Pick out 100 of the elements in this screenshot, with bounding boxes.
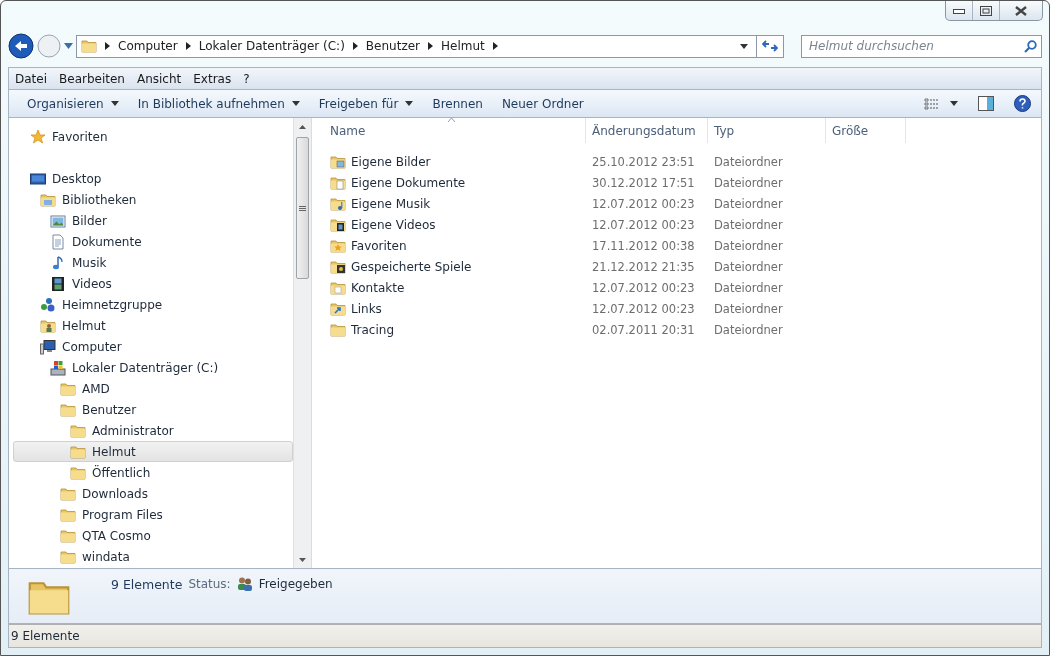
- tree-item[interactable]: Downloads: [13, 483, 293, 504]
- table-cell-text: 30.12.2012 17:51: [591, 175, 696, 190]
- table-cell-text: Dateiordner: [713, 280, 784, 295]
- toolbar-button[interactable]: Organisieren: [19, 93, 127, 114]
- breadcrumb-item[interactable]: Benutzer: [365, 39, 420, 53]
- scroll-up-arrow-icon[interactable]: [299, 124, 306, 129]
- menu-item[interactable]: Ansicht: [130, 71, 188, 86]
- table-cell-text: 21.12.2012 21:35: [591, 259, 696, 274]
- folder-icon: [70, 464, 86, 481]
- picture-icon: [50, 212, 66, 229]
- file-name[interactable]: Tracing: [351, 322, 394, 337]
- file-name[interactable]: Eigene Dokumente: [351, 175, 466, 190]
- column-header[interactable]: Änderungsdatum: [586, 118, 708, 143]
- star-icon: [30, 128, 46, 145]
- table-cell-text: 25.10.2012 23:51: [591, 154, 696, 169]
- library-folder-icon: [40, 191, 56, 208]
- file-name[interactable]: Kontakte: [351, 280, 405, 295]
- toolbar-button[interactable]: Brennen: [424, 93, 491, 114]
- scrollbar[interactable]: [293, 118, 311, 568]
- toolbar-button[interactable]: Neuer Ordner: [493, 93, 592, 114]
- folder-icon: [70, 443, 86, 460]
- column-header[interactable]: Größe: [826, 118, 906, 143]
- caret-icon: [950, 101, 958, 106]
- breadcrumb-item[interactable]: Helmut: [441, 39, 485, 53]
- tree-item[interactable]: Öffentlich: [13, 462, 293, 483]
- links-folder-icon: [330, 300, 346, 317]
- table-cell-text: 12.07.2012 00:23: [591, 301, 696, 316]
- column-header[interactable]: Typ: [708, 118, 826, 143]
- document-icon: [50, 233, 66, 250]
- tree-item[interactable]: Lokaler Datenträger (C:): [13, 357, 293, 378]
- music-folder-icon: [330, 195, 346, 212]
- view-options-icon[interactable]: [924, 97, 940, 110]
- chevron-icon: [428, 42, 433, 50]
- table-cell-text: Dateiordner: [713, 259, 784, 274]
- tree-item[interactable]: QTA Cosmo: [13, 525, 293, 546]
- file-name[interactable]: Eigene Videos: [351, 217, 436, 232]
- tree-item[interactable]: Computer: [13, 336, 293, 357]
- tree-item[interactable]: Helmut: [13, 441, 293, 462]
- search-field[interactable]: Helmut durchsuchen: [801, 34, 1042, 58]
- table-cell-text: Dateiordner: [713, 154, 784, 169]
- caret-icon: [740, 43, 748, 49]
- table-cell-text: 12.07.2012 00:23: [591, 280, 696, 295]
- table-cell-text: Dateiordner: [713, 196, 784, 211]
- contacts-folder-icon: [330, 279, 346, 296]
- network-spheres-icon: [40, 296, 56, 313]
- file-name[interactable]: Eigene Bilder: [351, 154, 431, 169]
- tree-item[interactable]: Benutzer: [13, 399, 293, 420]
- tree-item[interactable]: Musik: [13, 252, 293, 273]
- folder-icon: [60, 506, 76, 523]
- help-icon[interactable]: [1014, 95, 1031, 112]
- file-name[interactable]: Gespeicherte Spiele: [351, 259, 472, 274]
- chevron-icon: [185, 42, 191, 50]
- toolbar-button[interactable]: Freigeben für: [310, 93, 422, 114]
- tree-item[interactable]: Program Files: [13, 504, 293, 525]
- table-cell-text: 12.07.2012 00:23: [591, 217, 696, 232]
- breadcrumb-item[interactable]: Lokaler Datenträger (C:): [198, 39, 345, 53]
- menu-item[interactable]: Bearbeiten: [53, 71, 131, 86]
- scroll-down-arrow-icon[interactable]: [299, 557, 306, 562]
- tree-item[interactable]: Heimnetzgruppe: [13, 294, 293, 315]
- back-button[interactable]: [8, 33, 34, 59]
- folder-icon: [81, 38, 97, 54]
- table-cell-text: Dateiordner: [713, 217, 784, 232]
- menu-item[interactable]: ?: [237, 71, 256, 86]
- address-bar[interactable]: Computer Lokaler Datenträger (C:) Benutzer Helmut: [76, 34, 757, 58]
- tree-item[interactable]: Helmut: [13, 315, 293, 336]
- table-cell-text: Dateiordner: [713, 322, 784, 337]
- history-dropdown-icon[interactable]: [64, 43, 73, 49]
- tree-item[interactable]: windata: [13, 546, 293, 567]
- tree-item[interactable]: Bibliotheken: [13, 189, 293, 210]
- file-name[interactable]: Eigene Musik: [351, 196, 431, 211]
- menu-item[interactable]: Extras: [187, 71, 238, 86]
- search-icon: [1024, 39, 1037, 53]
- toolbar-button[interactable]: In Bibliothek aufnehmen: [129, 93, 308, 114]
- folder-icon: [70, 422, 86, 439]
- game-folder-icon: [330, 258, 346, 275]
- table-cell-text: Dateiordner: [713, 175, 784, 190]
- tree-item[interactable]: AMD: [13, 378, 293, 399]
- tree-item[interactable]: Dokumente: [13, 231, 293, 252]
- folder-icon: [60, 548, 76, 565]
- breadcrumb-item[interactable]: Computer: [118, 39, 178, 53]
- tree-item[interactable]: Administrator: [13, 420, 293, 441]
- tree-item[interactable]: Bilder: [13, 210, 293, 231]
- status-text: 9 Elemente: [11, 629, 80, 643]
- refresh-button[interactable]: [756, 34, 784, 58]
- file-name[interactable]: Favoriten: [351, 238, 407, 253]
- preview-pane-icon[interactable]: [978, 96, 994, 111]
- menu-item[interactable]: Datei: [9, 71, 53, 86]
- table-cell-text: 17.11.2012 00:38: [591, 238, 696, 253]
- tree-item[interactable]: Desktop: [13, 168, 293, 189]
- table-cell-text: 12.07.2012 00:23: [591, 196, 696, 211]
- folder-icon: [330, 321, 346, 338]
- desktop-icon: [30, 170, 46, 187]
- tree-item[interactable]: Favoriten: [13, 126, 293, 147]
- file-name[interactable]: Links: [351, 301, 382, 316]
- table-cell-text: Dateiordner: [713, 238, 784, 253]
- drive-icon: [50, 359, 66, 376]
- tree-item[interactable]: Videos: [13, 273, 293, 294]
- minimize-icon: [953, 7, 965, 14]
- column-header[interactable]: Name: [324, 118, 586, 143]
- grip-icon: [299, 205, 306, 211]
